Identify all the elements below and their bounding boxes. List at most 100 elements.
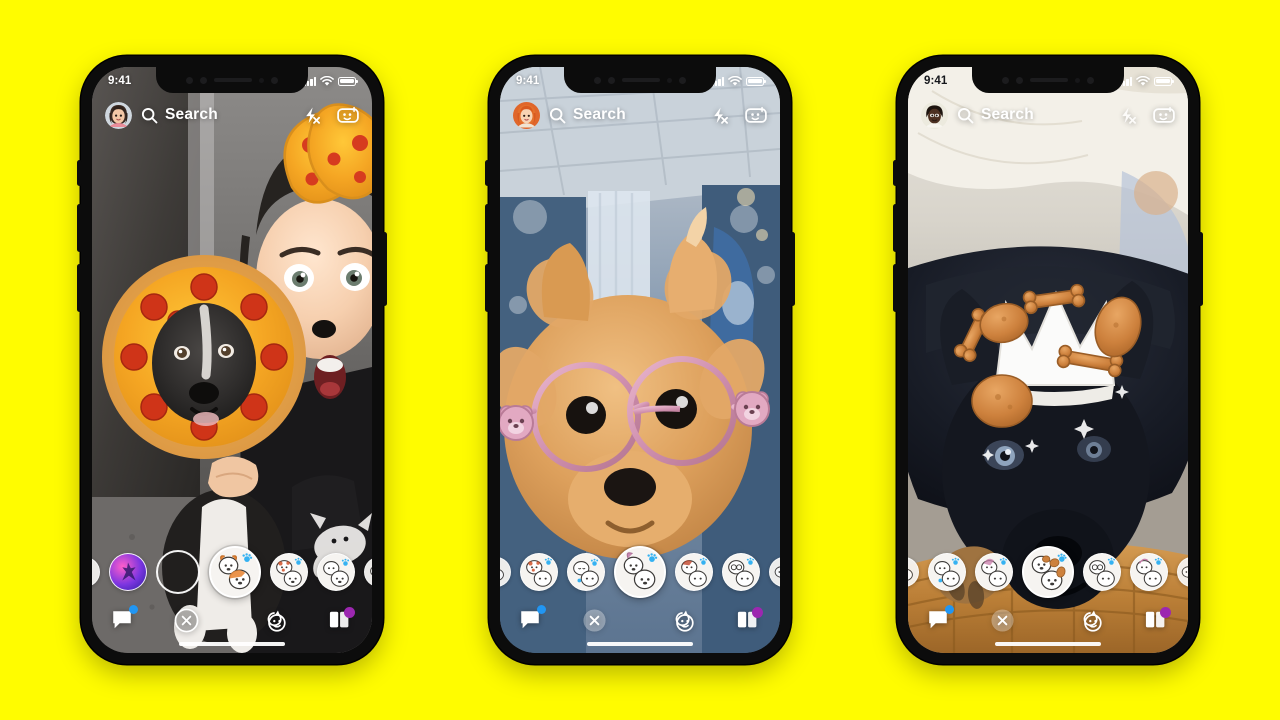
flash-off-icon[interactable] (710, 106, 729, 125)
shutter-button[interactable] (156, 550, 200, 594)
chat-button[interactable] (110, 605, 138, 632)
proximity-sensor-icon (667, 77, 672, 83)
wifi-icon (320, 75, 334, 86)
lens-glasses-dog-paw[interactable] (722, 553, 760, 591)
chat-button[interactable] (926, 605, 954, 632)
close-circle-icon[interactable] (990, 608, 1015, 633)
face-id-sensor-icon (200, 76, 207, 84)
silent-switch[interactable] (893, 160, 898, 186)
wifi-icon (728, 75, 742, 86)
status-time: 9:41 (516, 75, 540, 87)
camera-flip-icon[interactable] (337, 106, 359, 125)
close-circle-icon[interactable] (582, 608, 607, 633)
silent-switch[interactable] (77, 160, 82, 186)
phone-center-screen: 9:41 Search (500, 67, 780, 653)
lens-partial-left[interactable] (92, 557, 100, 587)
lens-two-dogs-paw[interactable] (614, 546, 666, 598)
toolbar-center-actions (950, 608, 1144, 633)
ambient-sensor-icon (271, 76, 278, 84)
volume-up-button[interactable] (485, 204, 490, 252)
bitmoji-avatar-dark-skin-male[interactable] (921, 101, 948, 129)
face-id-sensor-icon (1016, 76, 1023, 84)
lens-sleepy-dog-paw[interactable] (567, 553, 605, 591)
stories-badge (344, 607, 355, 618)
lens-puppy-paw[interactable] (928, 553, 966, 591)
lens-carousel[interactable] (908, 543, 1188, 601)
home-indicator[interactable] (587, 642, 693, 646)
memories-smiley-icon[interactable] (669, 608, 696, 633)
lens-partial-right[interactable] (769, 557, 780, 587)
volume-down-button[interactable] (893, 264, 898, 312)
front-camera-icon (186, 76, 193, 84)
stories-badge (1160, 607, 1171, 618)
search-label: Search (981, 106, 1034, 123)
volume-up-button[interactable] (893, 204, 898, 252)
lens-puppy-paw[interactable] (317, 553, 355, 591)
search-icon (141, 107, 158, 123)
volume-up-button[interactable] (77, 204, 82, 252)
search-bar[interactable]: Search (957, 106, 1109, 124)
memories-smiley-icon[interactable] (261, 608, 288, 633)
lens-dalmatian-paw[interactable] (520, 553, 558, 591)
stories-button[interactable] (1144, 607, 1171, 632)
battery-full-icon (338, 76, 358, 86)
power-button[interactable] (382, 232, 387, 306)
lens-two-dogs-paw[interactable] (1130, 553, 1168, 591)
close-circle-icon[interactable] (174, 608, 199, 633)
chat-button[interactable] (518, 605, 546, 632)
status-indicators (303, 75, 358, 87)
lens-dog-bandana-paw[interactable] (675, 553, 713, 591)
search-icon (549, 107, 566, 123)
power-button[interactable] (790, 232, 795, 306)
bitmoji-avatar-dark-hair-female[interactable] (105, 101, 132, 129)
proximity-sensor-icon (259, 77, 264, 83)
device-notch (156, 67, 308, 93)
bottom-toolbar (92, 603, 372, 637)
search-label: Search (165, 106, 218, 123)
lens-partial-right[interactable] (364, 557, 372, 587)
silent-switch[interactable] (485, 160, 490, 186)
home-indicator[interactable] (179, 642, 285, 646)
flash-off-icon[interactable] (302, 106, 321, 125)
lens-dog-bandana-paw[interactable] (975, 553, 1013, 591)
bitmoji-avatar-red-hair-female[interactable] (513, 101, 540, 129)
phone-right: 9:41 Search (893, 56, 1203, 664)
memories-smiley-icon[interactable] (1077, 608, 1104, 633)
front-camera-icon (594, 76, 601, 84)
lens-partial-right[interactable] (1177, 557, 1188, 587)
lens-dalmatian-paw[interactable] (270, 553, 308, 591)
face-id-sensor-icon (608, 76, 615, 84)
search-bar[interactable]: Search (549, 106, 701, 124)
power-button[interactable] (1198, 232, 1203, 306)
search-icon (957, 107, 974, 123)
status-indicators (1119, 75, 1174, 87)
earpiece-speaker (622, 78, 660, 82)
camera-flip-icon[interactable] (1153, 106, 1175, 125)
volume-down-button[interactable] (77, 264, 82, 312)
volume-down-button[interactable] (485, 264, 490, 312)
stories-badge (752, 607, 763, 618)
camera-flip-icon[interactable] (745, 106, 767, 125)
flash-off-icon[interactable] (1118, 106, 1137, 125)
lens-glasses-dog-paw[interactable] (1083, 553, 1121, 591)
lens-neon-dancer[interactable] (109, 553, 147, 591)
lens-carousel[interactable] (500, 543, 780, 601)
lens-treats-dog-paw[interactable] (1022, 546, 1074, 598)
phone-center: 9:41 Search (485, 56, 795, 664)
ambient-sensor-icon (1087, 76, 1094, 84)
phone-left-screen: 9:41 Search (92, 67, 372, 653)
search-bar[interactable]: Search (141, 106, 293, 124)
stories-button[interactable] (736, 607, 763, 632)
lens-carousel[interactable] (92, 543, 372, 601)
header-actions (302, 106, 359, 125)
header-actions (710, 106, 767, 125)
bottom-toolbar (500, 603, 780, 637)
home-indicator[interactable] (995, 642, 1101, 646)
lens-two-dogs-paw[interactable] (209, 546, 261, 598)
lens-partial-left[interactable] (500, 557, 511, 587)
lens-partial-left[interactable] (908, 557, 919, 587)
phone-left: 9:41 Search (77, 56, 387, 664)
earpiece-speaker (214, 78, 252, 82)
stories-button[interactable] (328, 607, 355, 632)
earpiece-speaker (1030, 78, 1068, 82)
